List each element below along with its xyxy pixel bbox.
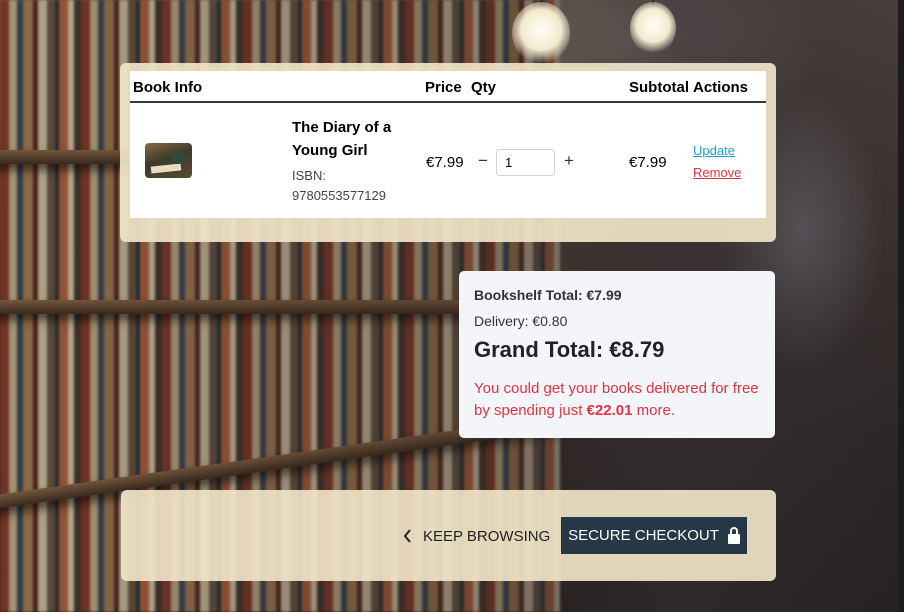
secure-checkout-button[interactable]: SECURE CHECKOUT (561, 517, 747, 554)
item-subtotal: €7.99 (629, 154, 667, 171)
cart-panel: Book Info Price Qty Subtotal Actions The… (120, 63, 776, 242)
order-totals-box: Bookshelf Total: €7.99 Delivery: €0.80 G… (459, 271, 775, 438)
secure-checkout-label: SECURE CHECKOUT (568, 527, 719, 544)
header-book-info: Book Info (133, 79, 203, 96)
free-delivery-message: You could get your books delivered for f… (474, 378, 769, 422)
bookshelf-total: Bookshelf Total: €7.99 (474, 287, 622, 303)
delivery-cost: Delivery: €0.80 (474, 313, 568, 329)
free-delivery-amount: €22.01 (586, 402, 633, 419)
decrement-quantity-button[interactable]: − (478, 151, 488, 171)
keep-browsing-button[interactable]: KEEP BROWSING (403, 524, 550, 548)
remove-link[interactable]: Remove (693, 165, 741, 180)
chevron-left-icon (403, 529, 411, 543)
book-cover-image (145, 143, 192, 178)
window-edge (898, 0, 904, 612)
table-row: The Diary of a Young Girl ISBN: 97805535… (130, 103, 766, 216)
header-actions: Actions (693, 79, 749, 96)
grand-total: Grand Total: €8.79 (474, 337, 665, 362)
increment-quantity-button[interactable]: + (564, 151, 574, 171)
header-subtotal: Subtotal (629, 79, 689, 96)
book-price: €7.99 (426, 154, 464, 171)
lamp-bulb (630, 2, 676, 54)
quantity-input[interactable] (496, 149, 555, 176)
header-price: Price (425, 79, 462, 96)
cart-table: Book Info Price Qty Subtotal Actions The… (130, 71, 766, 218)
checkout-actions-panel: KEEP BROWSING SECURE CHECKOUT (121, 490, 776, 581)
table-header: Book Info Price Qty Subtotal Actions (130, 71, 766, 103)
update-link[interactable]: Update (693, 143, 735, 158)
header-qty: Qty (471, 79, 497, 96)
keep-browsing-label: KEEP BROWSING (423, 527, 551, 545)
lock-icon (727, 526, 740, 544)
book-title: The Diary of a Young Girl (292, 119, 392, 159)
lamp-bulb (512, 2, 570, 64)
free-delivery-suffix: more. (632, 402, 675, 419)
book-isbn: ISBN: 9780553577129 (292, 168, 386, 203)
